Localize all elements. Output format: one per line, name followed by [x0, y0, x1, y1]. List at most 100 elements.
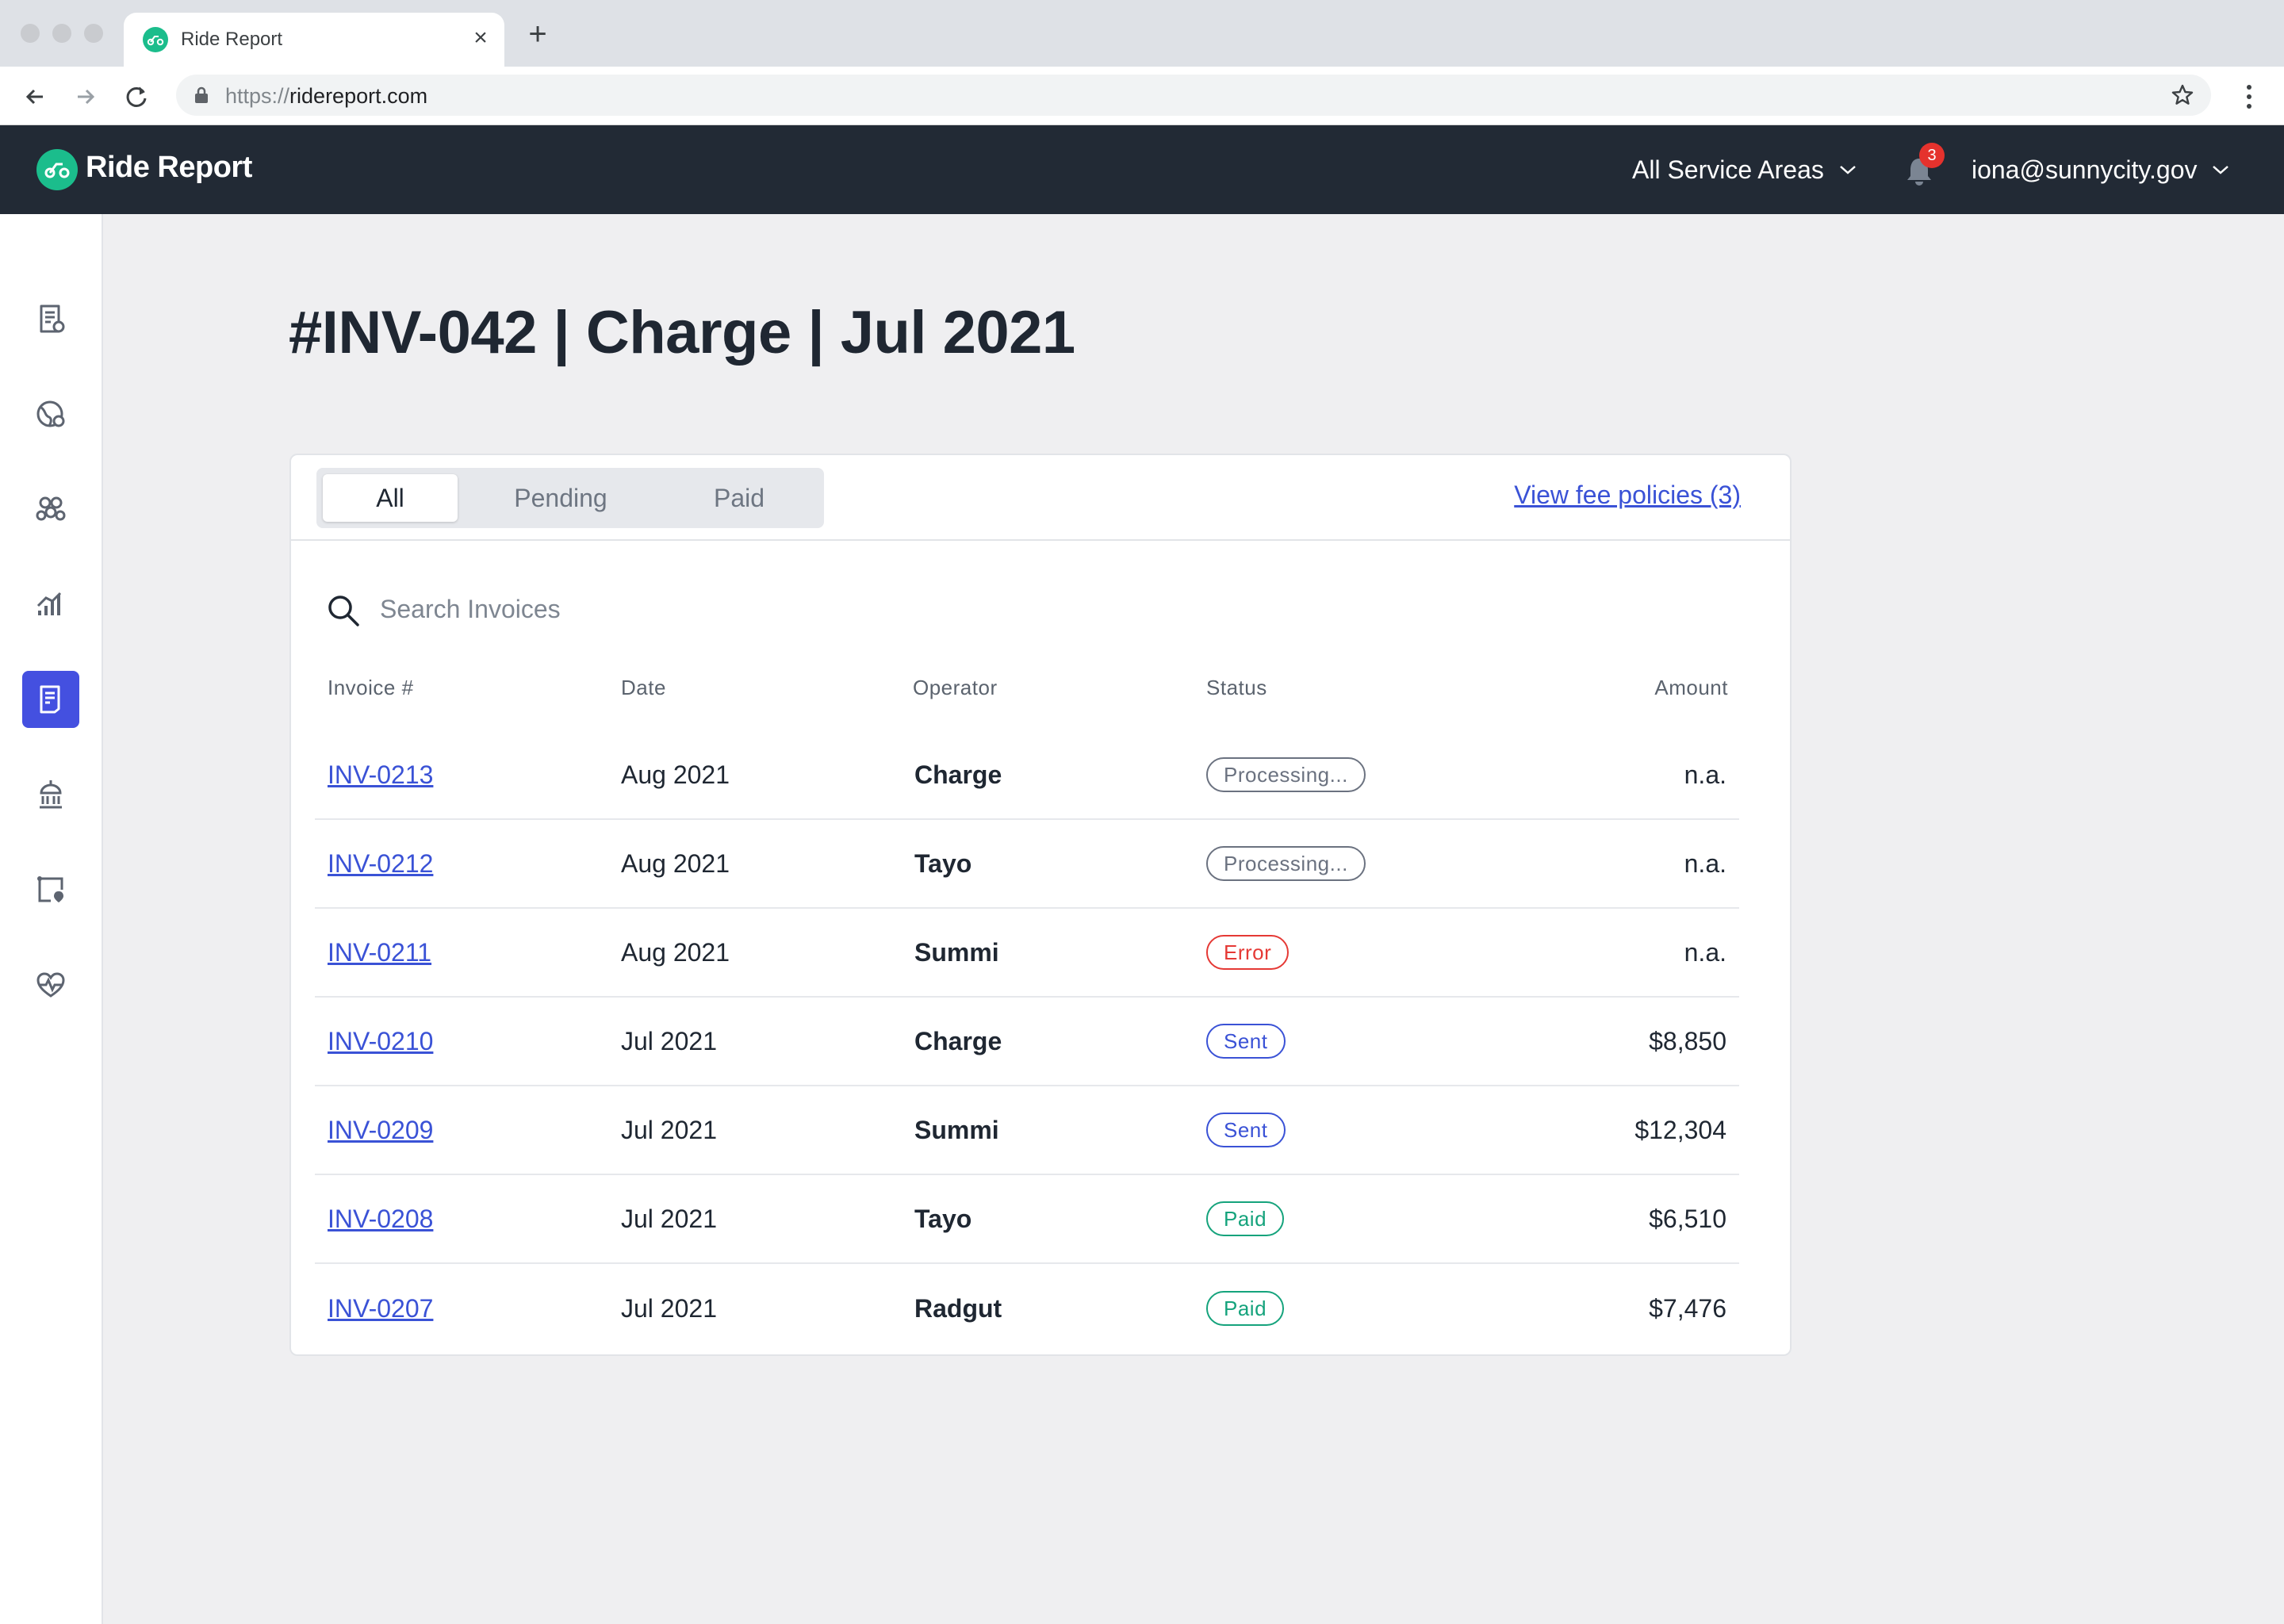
brand-name[interactable]: Ride Report [86, 151, 252, 185]
geofence-icon [37, 876, 63, 902]
invoice-operator: Summi [914, 1115, 999, 1144]
invoice-amount: n.a. [1684, 760, 1726, 789]
back-arrow-icon[interactable] [17, 79, 52, 114]
hex-cluster-icon [36, 496, 66, 521]
search-input[interactable] [380, 590, 1173, 628]
browser-toolbar: https://ridereport.com [0, 67, 2284, 125]
tab-pending[interactable]: Pending [481, 474, 640, 522]
tab-paid[interactable]: Paid [672, 474, 807, 522]
analytics-icon [36, 592, 62, 615]
invoice-link[interactable]: INV-0212 [328, 820, 433, 907]
invoice-link[interactable]: INV-0207 [328, 1264, 433, 1353]
sidebar-item-zones[interactable] [22, 481, 79, 538]
browser-tab[interactable]: Ride Report × [124, 13, 504, 67]
window-maximize-dot[interactable] [84, 24, 103, 43]
column-header-date[interactable]: Date [621, 676, 666, 700]
brand-logo-icon[interactable] [36, 149, 78, 190]
invoice-date: Jul 2021 [621, 1293, 717, 1323]
invoice-operator: Summi [914, 937, 999, 967]
status-badge: Paid [1206, 1291, 1285, 1326]
service-area-dropdown[interactable]: All Service Areas [1632, 152, 1857, 187]
search-icon [328, 596, 359, 626]
invoice-date: Aug 2021 [621, 848, 730, 878]
sidebar-item-map[interactable] [22, 385, 79, 442]
status-badge: Paid [1206, 1201, 1285, 1236]
column-header-operator[interactable]: Operator [913, 676, 998, 700]
sidebar-item-government[interactable] [22, 766, 79, 823]
invoice-amount: n.a. [1684, 848, 1726, 878]
map-globe-icon [36, 400, 65, 427]
column-header-invoice[interactable]: Invoice # [328, 676, 414, 700]
invoices-card-header: All Pending Paid View fee policies (3) [291, 455, 1790, 541]
service-area-label: All Service Areas [1632, 155, 1824, 184]
report-icon [40, 304, 65, 333]
chevron-down-icon [1840, 166, 1856, 174]
invoice-operator: Tayo [914, 848, 972, 878]
browser-menu-icon[interactable] [2238, 81, 2260, 113]
invoice-link[interactable]: INV-0210 [328, 998, 433, 1085]
column-header-amount[interactable]: Amount [1654, 676, 1728, 700]
invoice-amount: $6,510 [1649, 1204, 1726, 1233]
status-badge: Processing... [1206, 846, 1366, 881]
invoice-operator: Radgut [914, 1293, 1002, 1323]
invoice-amount: $7,476 [1649, 1293, 1726, 1323]
invoice-amount: $12,304 [1634, 1115, 1726, 1144]
invoice-operator: Charge [914, 1026, 1002, 1055]
invoice-amount: $8,850 [1649, 1026, 1726, 1055]
invoice-link[interactable]: INV-0213 [328, 731, 433, 818]
invoice-date: Jul 2021 [621, 1115, 717, 1144]
invoice-link[interactable]: INV-0211 [328, 909, 431, 996]
user-menu-dropdown[interactable]: iona@sunnycity.gov [1972, 152, 2230, 187]
tab-favicon-icon [143, 27, 168, 52]
reload-icon[interactable] [119, 79, 154, 114]
notification-badge: 3 [1919, 143, 1945, 168]
page-title: #INV-042 | Charge | Jul 2021 [289, 299, 1075, 366]
sidebar-item-geofence[interactable] [22, 861, 79, 918]
table-row[interactable]: INV-0207 Jul 2021 Radgut Paid $7,476 [315, 1264, 1739, 1353]
sidebar-item-health[interactable] [22, 956, 79, 1013]
table-row[interactable]: INV-0211 Aug 2021 Summi Error n.a. [315, 909, 1739, 998]
sidebar-item-invoices[interactable] [22, 671, 79, 728]
app-header: Ride Report All Service Areas 3 iona@sun… [0, 125, 2284, 214]
government-building-icon [40, 780, 62, 809]
status-filter-tabs: All Pending Paid [316, 468, 824, 528]
invoice-amount: n.a. [1684, 937, 1726, 967]
address-bar[interactable]: https://ridereport.com [176, 75, 2211, 116]
invoice-date: Aug 2021 [621, 760, 730, 789]
table-row[interactable]: INV-0209 Jul 2021 Summi Sent $12,304 [315, 1086, 1739, 1175]
tab-close-icon[interactable]: × [466, 24, 495, 52]
user-email: iona@sunnycity.gov [1972, 155, 2198, 184]
chevron-down-icon [2213, 166, 2229, 174]
invoice-date: Jul 2021 [621, 1204, 717, 1233]
bookmark-star-icon[interactable] [2170, 82, 2195, 108]
health-icon [36, 972, 65, 998]
status-badge: Sent [1206, 1113, 1286, 1147]
status-badge: Sent [1206, 1024, 1286, 1059]
browser-tab-strip: Ride Report × + [0, 0, 2284, 67]
view-fee-policies-link[interactable]: View fee policies (3) [1514, 481, 1741, 510]
invoice-date: Aug 2021 [621, 937, 730, 967]
invoice-link[interactable]: INV-0208 [328, 1175, 433, 1262]
table-row[interactable]: INV-0213 Aug 2021 Charge Processing... n… [315, 731, 1739, 820]
column-header-status[interactable]: Status [1206, 676, 1267, 700]
forward-arrow-icon[interactable] [68, 79, 103, 114]
invoices-card: All Pending Paid View fee policies (3) I… [289, 454, 1792, 1356]
table-row[interactable]: INV-0212 Aug 2021 Tayo Processing... n.a… [315, 820, 1739, 909]
invoice-link[interactable]: INV-0209 [328, 1086, 433, 1174]
url-text[interactable]: https://ridereport.com [225, 84, 427, 109]
table-row[interactable]: INV-0210 Jul 2021 Charge Sent $8,850 [315, 998, 1739, 1086]
invoice-date: Jul 2021 [621, 1026, 717, 1055]
sidebar-item-reports[interactable] [22, 290, 79, 347]
window-minimize-dot[interactable] [52, 24, 71, 43]
lock-icon [195, 86, 208, 103]
table-row[interactable]: INV-0208 Jul 2021 Tayo Paid $6,510 [315, 1175, 1739, 1264]
tab-all[interactable]: All [323, 474, 458, 522]
status-badge: Error [1206, 935, 1290, 970]
tab-title: Ride Report [181, 29, 283, 50]
invoice-icon [40, 685, 60, 714]
new-tab-icon[interactable]: + [523, 18, 552, 50]
status-badge: Processing... [1206, 757, 1366, 792]
sidebar-nav [0, 214, 103, 1624]
sidebar-item-analytics[interactable] [22, 576, 79, 633]
window-close-dot[interactable] [21, 24, 40, 43]
